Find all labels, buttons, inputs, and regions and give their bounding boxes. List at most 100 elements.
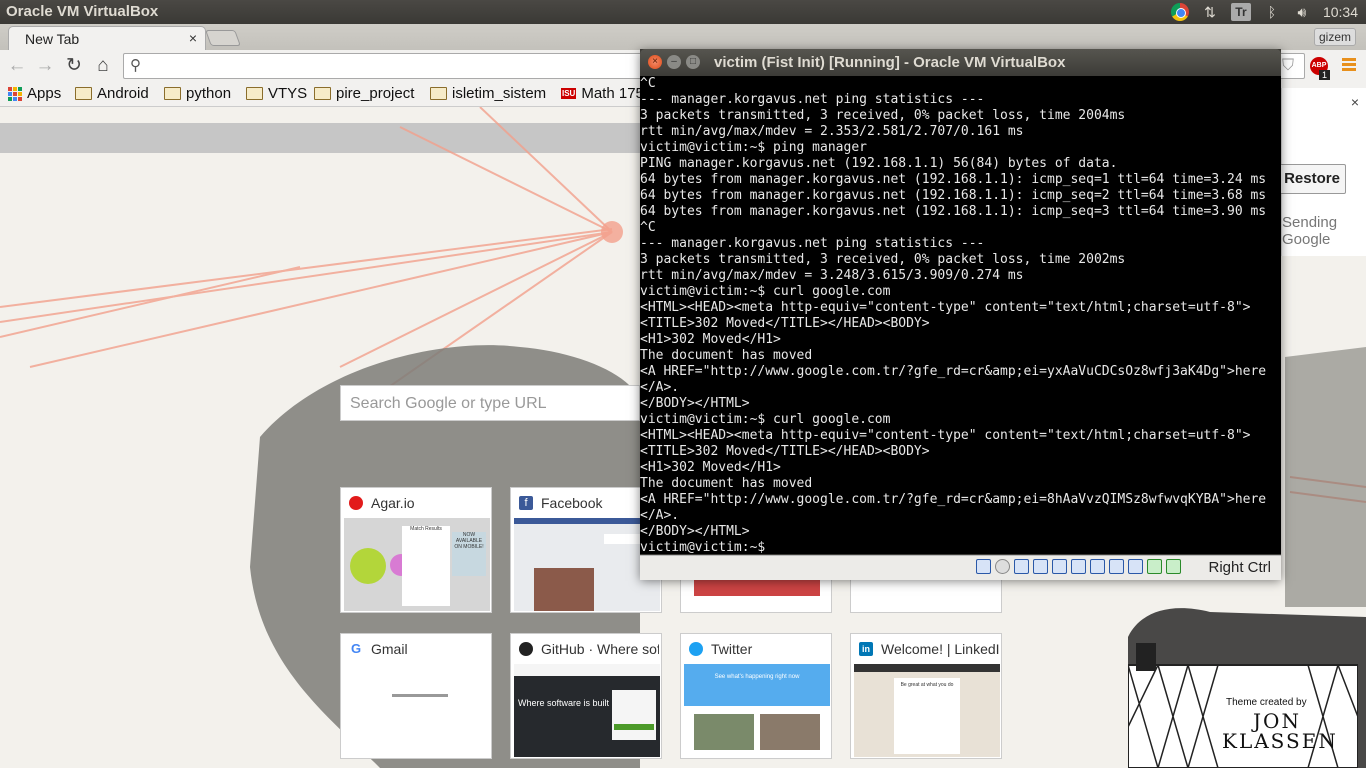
github-favicon-icon xyxy=(519,642,533,656)
window-title: victim (Fist Init) [Running] - Oracle VM… xyxy=(714,54,1066,71)
google-favicon-icon: G xyxy=(350,641,362,656)
network-icon[interactable] xyxy=(1033,559,1048,574)
art-node xyxy=(601,221,623,243)
console-line: 64 bytes from manager.korgavus.net (192.… xyxy=(640,204,1267,219)
console-line: <A HREF="http://www.google.com.tr/?gfe_r… xyxy=(640,364,1267,379)
tile-title: Agar.io xyxy=(371,495,415,511)
close-icon[interactable]: × xyxy=(1351,94,1359,110)
audio-icon[interactable] xyxy=(1014,559,1029,574)
new-tab-button[interactable] xyxy=(205,30,241,46)
display-icon[interactable] xyxy=(1090,559,1105,574)
bookmark-vtys[interactable]: VTYS xyxy=(246,85,307,102)
most-visited-tile-linkedin[interactable]: in Welcome! | LinkedIn Be great at what y… xyxy=(850,633,1002,759)
console-line: 3 packets transmitted, 3 received, 0% pa… xyxy=(640,108,1126,123)
bookmark-label: python xyxy=(186,85,232,102)
tile-thumbnail: See what's happening right now xyxy=(684,664,830,757)
menu-icon[interactable] xyxy=(1342,58,1356,72)
most-visited-tile-github[interactable]: GitHub · Where software is built Where s… xyxy=(510,633,662,759)
console-line: PING manager.korgavus.net (192.168.1.1) … xyxy=(640,156,1118,171)
tile-title: GitHub · Where software is built xyxy=(541,641,659,657)
console-line: </A>. xyxy=(640,508,680,523)
restore-message-line1: Sending xyxy=(1282,214,1338,231)
console-line: --- manager.korgavus.net ping statistics… xyxy=(640,92,985,107)
bookmark-android[interactable]: Android xyxy=(75,85,149,102)
chrome-icon[interactable] xyxy=(1170,3,1189,21)
search-icon: ⚲ xyxy=(130,57,141,74)
clock[interactable]: 10:34 xyxy=(1323,4,1358,20)
console-line: victim@victim:~$ curl google.com xyxy=(640,284,891,299)
usb-icon[interactable] xyxy=(1052,559,1067,574)
back-arrow-icon[interactable]: ← xyxy=(6,55,28,77)
cpu-icon[interactable] xyxy=(1128,559,1143,574)
translate-icon[interactable]: Tr xyxy=(1230,3,1251,21)
restore-message-line2: Google xyxy=(1282,231,1331,248)
reload-icon[interactable]: ↻ xyxy=(63,55,85,77)
bookmark-label: Apps xyxy=(27,85,62,102)
console-line: rtt min/avg/max/mdev = 3.248/3.615/3.909… xyxy=(640,268,1024,283)
host-key-label: Right Ctrl xyxy=(1208,559,1271,576)
vm-console[interactable]: ^C --- manager.korgavus.net ping statisti… xyxy=(640,76,1281,554)
ntp-search-input[interactable]: Search Google or type URL xyxy=(340,385,640,421)
tile-thumbnail: Be great at what you do xyxy=(854,664,1000,757)
network-arrows-icon[interactable]: ⇅ xyxy=(1201,3,1219,21)
console-line: <HTML><HEAD><meta http-equiv="content-ty… xyxy=(640,428,1251,443)
window-titlebar[interactable]: × – □ victim (Fist Init) [Running] - Ora… xyxy=(640,49,1281,76)
console-line: --- manager.korgavus.net ping statistics… xyxy=(640,236,985,251)
tile-title: Twitter xyxy=(711,641,753,657)
bookmark-label: Android xyxy=(97,85,149,102)
isu-icon: ISU xyxy=(561,88,577,99)
window-maximize-icon[interactable]: □ xyxy=(686,55,700,69)
system-tray: ⇅ Tr ᛒ 🔊︎ 10:34 xyxy=(1170,2,1358,22)
console-line: </BODY></HTML> xyxy=(640,524,750,539)
tile-title: Welcome! | LinkedIn xyxy=(881,641,999,657)
tile-thumbnail xyxy=(514,518,660,611)
most-visited-tile-twitter[interactable]: Twitter See what's happening right now xyxy=(680,633,832,759)
bookmark-isletim-sistem[interactable]: isletim_sistem xyxy=(430,85,546,102)
keyboard-capture-icon[interactable] xyxy=(1166,559,1181,574)
console-line: </A>. xyxy=(640,380,680,395)
facebook-favicon-icon: f xyxy=(519,496,533,510)
most-visited-tile-agar[interactable]: Agar.io Match Results NOW AVAILABLE ON M… xyxy=(340,487,492,613)
tab-title: New Tab xyxy=(25,31,80,47)
folder-icon xyxy=(75,87,92,100)
shared-folders-icon[interactable] xyxy=(1071,559,1086,574)
adblock-count-badge: 1 xyxy=(1318,70,1330,80)
video-capture-icon[interactable] xyxy=(1109,559,1124,574)
panel-app-title: Oracle VM VirtualBox xyxy=(6,3,159,20)
shield-extension-icon[interactable]: ⛉ xyxy=(1282,57,1294,75)
console-line: 64 bytes from manager.korgavus.net (192.… xyxy=(640,188,1267,203)
folder-icon xyxy=(164,87,181,100)
forward-arrow-icon[interactable]: → xyxy=(34,55,56,77)
console-line: The document has moved xyxy=(640,476,813,491)
bookmark-label: isletim_sistem xyxy=(452,85,547,102)
bluetooth-icon[interactable]: ᛒ xyxy=(1263,3,1281,21)
bookmark-python[interactable]: python xyxy=(164,85,231,102)
most-visited-tile-gmail[interactable]: G Gmail xyxy=(340,633,492,759)
vm-statusbar: Right Ctrl xyxy=(640,555,1281,580)
twitter-favicon-icon xyxy=(689,642,703,656)
tab-close-icon[interactable]: × xyxy=(189,30,197,46)
restore-button[interactable]: Restore xyxy=(1278,164,1346,194)
window-minimize-icon[interactable]: – xyxy=(667,55,681,69)
bookmark-pire-project[interactable]: pire_project xyxy=(314,85,414,102)
profile-button[interactable]: gizem xyxy=(1313,28,1356,46)
bookmark-apps[interactable]: Apps xyxy=(8,85,61,102)
mouse-integration-icon[interactable] xyxy=(1147,559,1162,574)
home-icon[interactable]: ⌂ xyxy=(92,55,114,77)
folder-icon xyxy=(246,87,263,100)
optical-drive-icon[interactable] xyxy=(995,559,1010,574)
tab-new-tab[interactable]: New Tab × xyxy=(8,26,206,51)
volume-icon[interactable]: 🔊︎ xyxy=(1293,3,1311,21)
console-line: 3 packets transmitted, 3 received, 0% pa… xyxy=(640,252,1126,267)
tile-thumbnail: Where software is built xyxy=(514,664,660,757)
tile-thumbnail xyxy=(344,664,490,757)
console-line: victim@victim:~$ ping manager xyxy=(640,140,867,155)
window-close-icon[interactable]: × xyxy=(648,55,662,69)
console-line: The document has moved xyxy=(640,348,813,363)
linkedin-favicon-icon: in xyxy=(859,642,873,656)
folder-icon xyxy=(430,87,447,100)
hard-disk-icon[interactable] xyxy=(976,559,991,574)
console-line: </BODY></HTML> xyxy=(640,396,750,411)
bookmark-math-175[interactable]: ISU Math 175 xyxy=(561,85,644,102)
virtualbox-window: × – □ victim (Fist Init) [Running] - Ora… xyxy=(640,49,1281,580)
